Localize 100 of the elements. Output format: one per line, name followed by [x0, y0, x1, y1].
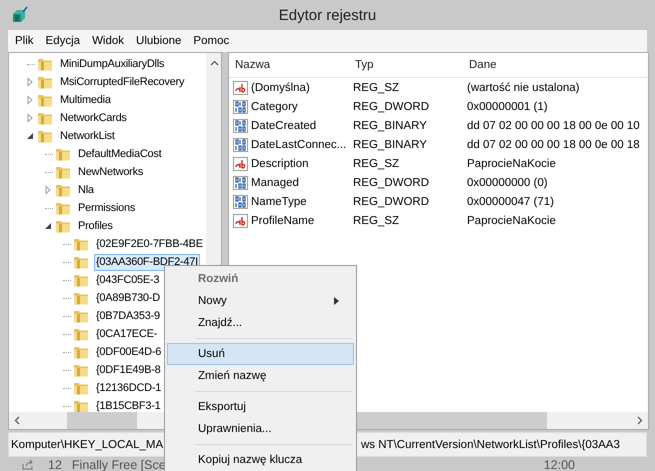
string-value-icon [233, 156, 249, 170]
value-name[interactable]: NameType [251, 196, 307, 208]
value-type: REG_DWORD [353, 196, 430, 208]
folder-icon [73, 363, 89, 377]
menu-item[interactable]: Plik [10, 33, 39, 49]
tree-item[interactable]: NewNetworks [76, 164, 146, 180]
binary-value-icon [233, 138, 249, 152]
folder-icon [73, 309, 89, 323]
folder-icon [73, 237, 89, 251]
value-type: REG_SZ [353, 158, 400, 170]
value-data: PaprocieNaKocie [467, 214, 557, 226]
context-menu-item[interactable]: Kopiuj nazwę klucza [167, 449, 354, 471]
value-name[interactable]: ProfileName [251, 214, 314, 226]
folder-icon [55, 165, 71, 179]
folder-icon [37, 129, 53, 143]
context-menu-item[interactable]: Zmień nazwę [167, 365, 354, 387]
collapse-icon[interactable] [43, 221, 53, 231]
value-name[interactable]: (Domyślna) [251, 82, 310, 94]
share-icon [22, 460, 34, 470]
expand-icon[interactable] [25, 95, 35, 105]
tree-item[interactable]: {02E9F2E0-7FBB-4BE [94, 236, 205, 252]
column-header[interactable]: Typ [355, 59, 469, 71]
clock: 12:00 [544, 458, 575, 471]
folder-icon [73, 255, 89, 269]
tree-item[interactable]: {0B7DA353-9 [94, 308, 162, 324]
value-data: (wartość nie ustalona) [467, 82, 580, 94]
scroll-up-icon[interactable] [210, 60, 219, 66]
expand-icon[interactable] [25, 113, 35, 123]
tree-item[interactable]: MsiCorruptedFileRecovery [58, 74, 186, 90]
tree-item[interactable]: {12136DCD-1 [94, 380, 164, 396]
tree-item[interactable]: NetworkCards [58, 110, 129, 126]
tree-item[interactable]: {03AA360F-BDF2-47I [94, 254, 200, 270]
submenu-arrow-icon [334, 297, 339, 305]
binary-value-icon [233, 118, 249, 132]
expand-icon[interactable] [25, 77, 35, 87]
value-type: REG_SZ [353, 214, 400, 226]
scroll-right-icon[interactable] [637, 416, 643, 425]
tree-item[interactable]: Profiles [76, 218, 115, 234]
tree-item[interactable]: {0DF1E49B-8 [94, 362, 163, 378]
window-title: Edytor rejestru [278, 6, 378, 24]
menu-item[interactable]: Edycja [40, 33, 86, 49]
folder-icon [73, 345, 89, 359]
context-menu-item[interactable]: Uprawnienia... [167, 418, 354, 440]
value-type: REG_BINARY [353, 120, 428, 132]
value-data: 0x00000047 (71) [467, 196, 555, 208]
menu-item[interactable]: Pomoc [188, 33, 234, 49]
menu-item[interactable]: Widok [87, 33, 130, 49]
column-header[interactable]: Nazwa [235, 59, 355, 71]
value-name[interactable]: Description [251, 158, 309, 170]
value-name[interactable]: Category [251, 100, 298, 112]
folder-icon [73, 273, 89, 287]
value-name[interactable]: DateLastConnec... [251, 138, 346, 150]
status-path: ws NT\CurrentVersion\NetworkList\Profiles\{03AA3 [361, 438, 620, 450]
value-data: dd 07 02 00 00 00 18 00 0e 00 10 [467, 120, 641, 132]
tree-item[interactable]: Permissions [76, 200, 138, 216]
tree-item[interactable]: NetworkList [58, 128, 117, 144]
tree-item[interactable]: {0A89B730-D [94, 290, 162, 306]
value-name[interactable]: DateCreated [251, 120, 316, 132]
value-data: 0x00000000 (0) [467, 176, 549, 188]
track-number: 12 [48, 458, 62, 471]
value-name[interactable]: Managed [251, 176, 299, 188]
collapse-icon[interactable] [25, 131, 35, 141]
folder-icon [73, 291, 89, 305]
folder-icon [37, 93, 53, 107]
context-menu-item[interactable]: Znajdź... [167, 312, 354, 334]
value-type: REG_DWORD [353, 176, 430, 188]
context-menu-item[interactable]: Rozwiń [167, 268, 354, 290]
binary-value-icon [233, 194, 249, 208]
tree-item[interactable]: {043FC05E-3 [94, 272, 162, 288]
value-data: PaprocieNaKocie [467, 158, 557, 170]
tree-item[interactable]: {1B15CBF3-1 [94, 398, 163, 414]
value-data: dd 07 02 00 00 00 18 00 0e 00 18 [467, 138, 641, 150]
context-menu-item[interactable]: Eksportuj [167, 396, 354, 418]
tree-item[interactable]: MiniDumpAuxiliaryDlls [58, 56, 166, 72]
value-type: REG_BINARY [353, 138, 428, 150]
folder-icon [55, 147, 71, 161]
folder-icon [73, 381, 89, 395]
tree-item[interactable]: Multimedia [58, 92, 113, 108]
string-value-icon [233, 80, 249, 94]
expand-icon[interactable] [43, 185, 53, 195]
context-menu-item[interactable]: Usuń [167, 343, 354, 365]
menu-item[interactable]: Ulubione [131, 33, 186, 49]
column-header[interactable]: Dane [469, 59, 648, 71]
tree-item[interactable]: {0DF00E4D-6 [94, 344, 164, 360]
folder-icon [73, 399, 89, 413]
tree-item[interactable]: {0CA17ECE- [94, 326, 160, 342]
folder-icon [37, 75, 53, 89]
tree-item[interactable]: DefaultMediaCost [76, 146, 164, 162]
value-data: 0x00000001 (1) [467, 100, 549, 112]
folder-icon [55, 201, 71, 215]
folder-icon [73, 327, 89, 341]
value-type: REG_DWORD [353, 100, 430, 112]
folder-icon [37, 57, 53, 71]
folder-icon [37, 111, 53, 125]
folder-icon [55, 219, 71, 233]
scroll-left-icon[interactable] [14, 416, 20, 425]
context-menu-item[interactable]: Nowy [167, 290, 354, 312]
value-type: REG_SZ [353, 82, 400, 94]
tree-item[interactable]: Nla [76, 182, 96, 198]
string-value-icon [233, 214, 249, 228]
